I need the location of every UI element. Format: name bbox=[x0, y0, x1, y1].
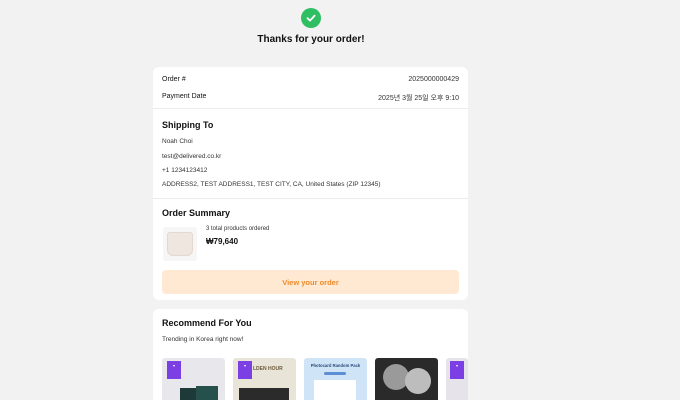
shipping-name: Noah Choi bbox=[162, 138, 193, 145]
recommend-product-5[interactable]: ▾ bbox=[446, 358, 468, 400]
product-disc bbox=[405, 368, 431, 394]
product-box bbox=[196, 386, 218, 400]
shipping-address: ADDRESS2, TEST ADDRESS1, TEST CITY, CA, … bbox=[162, 181, 381, 188]
shorts-image bbox=[167, 232, 193, 256]
page-title: Thanks for your order! bbox=[257, 34, 365, 45]
product-box bbox=[180, 388, 196, 400]
success-check-icon bbox=[301, 8, 321, 28]
recommend-product-4[interactable] bbox=[375, 358, 438, 400]
product-count: 3 total products ordered bbox=[206, 226, 270, 232]
payment-date-label: Payment Date bbox=[162, 93, 207, 100]
shipping-phone: +1 1234123412 bbox=[162, 167, 208, 174]
recommend-product-1[interactable]: ▾ bbox=[162, 358, 225, 400]
product-text: Photocard Random Pack bbox=[310, 363, 361, 368]
recommend-product-3[interactable]: Photocard Random Pack bbox=[304, 358, 367, 400]
product-badge: ▾ bbox=[450, 361, 464, 379]
product-tag bbox=[324, 372, 346, 375]
product-box bbox=[239, 388, 289, 400]
payment-date-value: 2025년 3월 25일 오후 9:10 bbox=[378, 95, 459, 102]
divider bbox=[153, 108, 468, 109]
product-card bbox=[314, 380, 356, 400]
order-number-value: 2025000000429 bbox=[408, 76, 459, 83]
product-badge: ▾ bbox=[167, 361, 181, 379]
order-total: ₩79,640 bbox=[206, 237, 239, 246]
recommend-card: Recommend For You Trending in Korea righ… bbox=[153, 309, 468, 400]
product-text: LDEN HOUR bbox=[253, 366, 283, 372]
shipping-email: test@delivered.co.kr bbox=[162, 153, 222, 160]
order-number-row: Order # 2025000000429 bbox=[162, 76, 459, 83]
view-order-button[interactable]: View your order bbox=[162, 270, 459, 294]
order-summary-title: Order Summary bbox=[162, 208, 231, 218]
recommend-subtitle: Trending in Korea right now! bbox=[162, 336, 244, 343]
product-badge: ▾ bbox=[238, 361, 252, 379]
order-card: Order # 2025000000429 Payment Date 2025년… bbox=[153, 67, 468, 300]
shipping-title: Shipping To bbox=[162, 120, 214, 130]
order-number-label: Order # bbox=[162, 76, 186, 83]
product-thumbnail bbox=[163, 227, 197, 261]
recommend-title: Recommend For You bbox=[162, 318, 252, 328]
divider bbox=[153, 198, 468, 199]
recommend-product-2[interactable]: ▾ LDEN HOUR bbox=[233, 358, 296, 400]
payment-date-row: Payment Date 2025년 3월 25일 오후 9:10 bbox=[162, 93, 459, 103]
